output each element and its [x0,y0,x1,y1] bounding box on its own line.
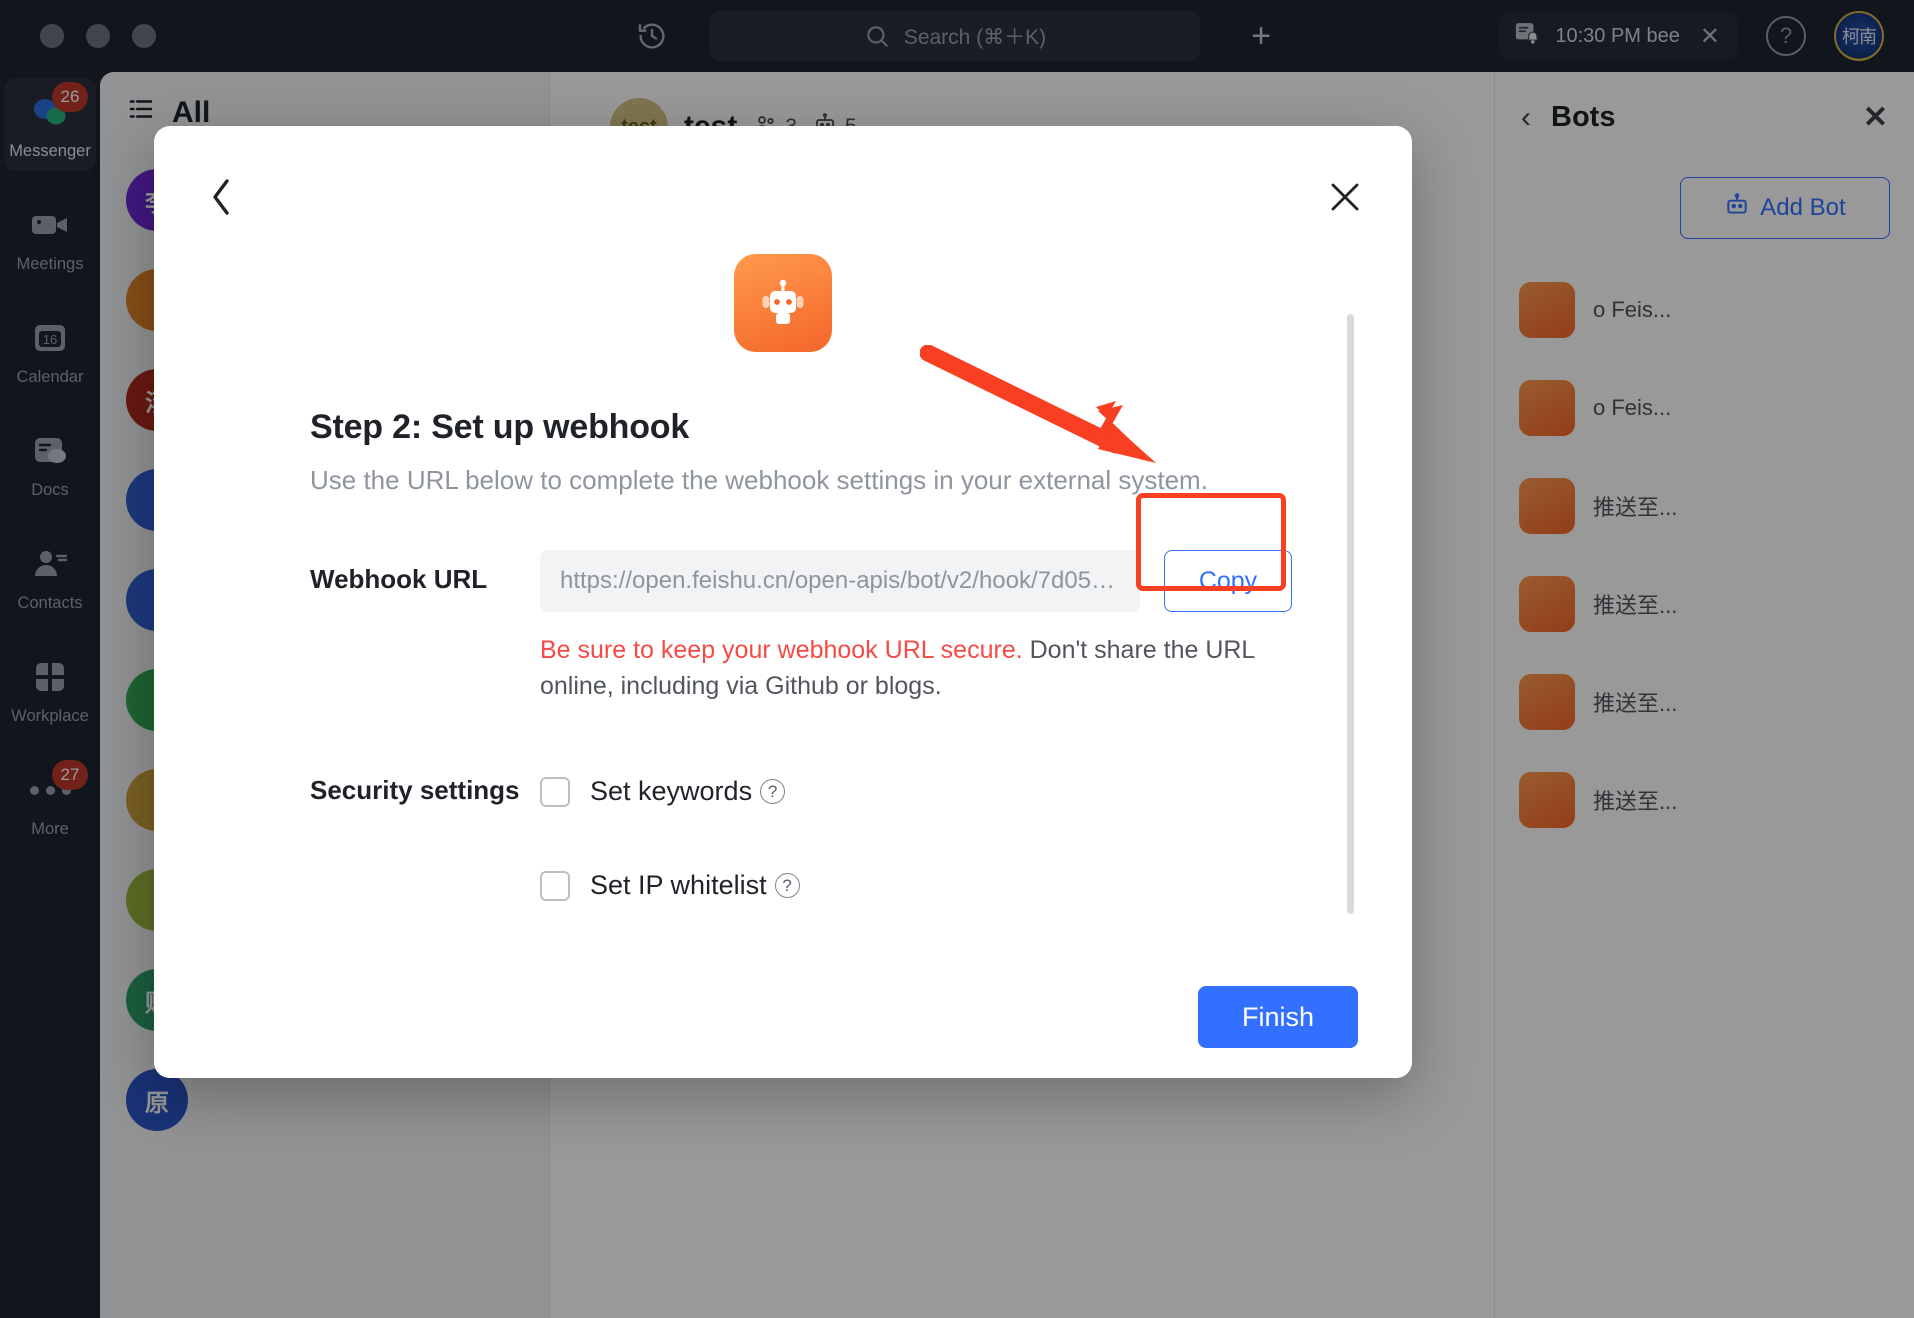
option-set-ip-whitelist[interactable]: Set IP whitelist ? [540,863,919,909]
help-icon[interactable]: ? [774,873,800,898]
warning-highlight: Be sure to keep your webhook URL secure. [540,636,1023,664]
dialog-body: Step 2: Set up webhook Use the URL below… [154,222,1412,1012]
webhook-url-control: https://open.feishu.cn/open-apis/bot/v2/… [540,550,1292,612]
help-icon[interactable]: ? [760,779,786,804]
option-label: Set keywords ? [590,776,786,807]
close-button[interactable] [1322,174,1368,220]
webhook-setup-dialog: Step 2: Set up webhook Use the URL below… [154,126,1412,1078]
webhook-url-row: Webhook URL https://open.feishu.cn/open-… [310,550,1412,612]
option-set-keywords[interactable]: Set keywords ? [540,769,919,815]
finish-button[interactable]: Finish [1198,986,1358,1048]
checkbox[interactable] [540,870,570,901]
dialog-scrollbar[interactable] [1347,314,1354,914]
page-title: Step 2: Set up webhook [310,408,690,446]
dialog-footer: Finish [154,956,1412,1078]
copy-button[interactable]: Copy [1164,550,1292,612]
checkbox[interactable] [540,776,570,807]
option-label: Set IP whitelist ? [590,870,800,901]
page-subtitle: Use the URL below to complete the webhoo… [310,465,1208,495]
app-window: All 李 汤 财 原 test test [0,0,1914,1318]
webhook-security-warning: Be sure to keep your webhook URL secure.… [540,632,1260,705]
webhook-url-label: Webhook URL [310,564,488,594]
option-text: Set keywords [590,776,753,806]
webhook-url-input[interactable]: https://open.feishu.cn/open-apis/bot/v2/… [540,550,1140,612]
option-text: Set IP whitelist [590,870,767,900]
back-button[interactable] [198,174,244,220]
robot-icon [734,254,832,352]
